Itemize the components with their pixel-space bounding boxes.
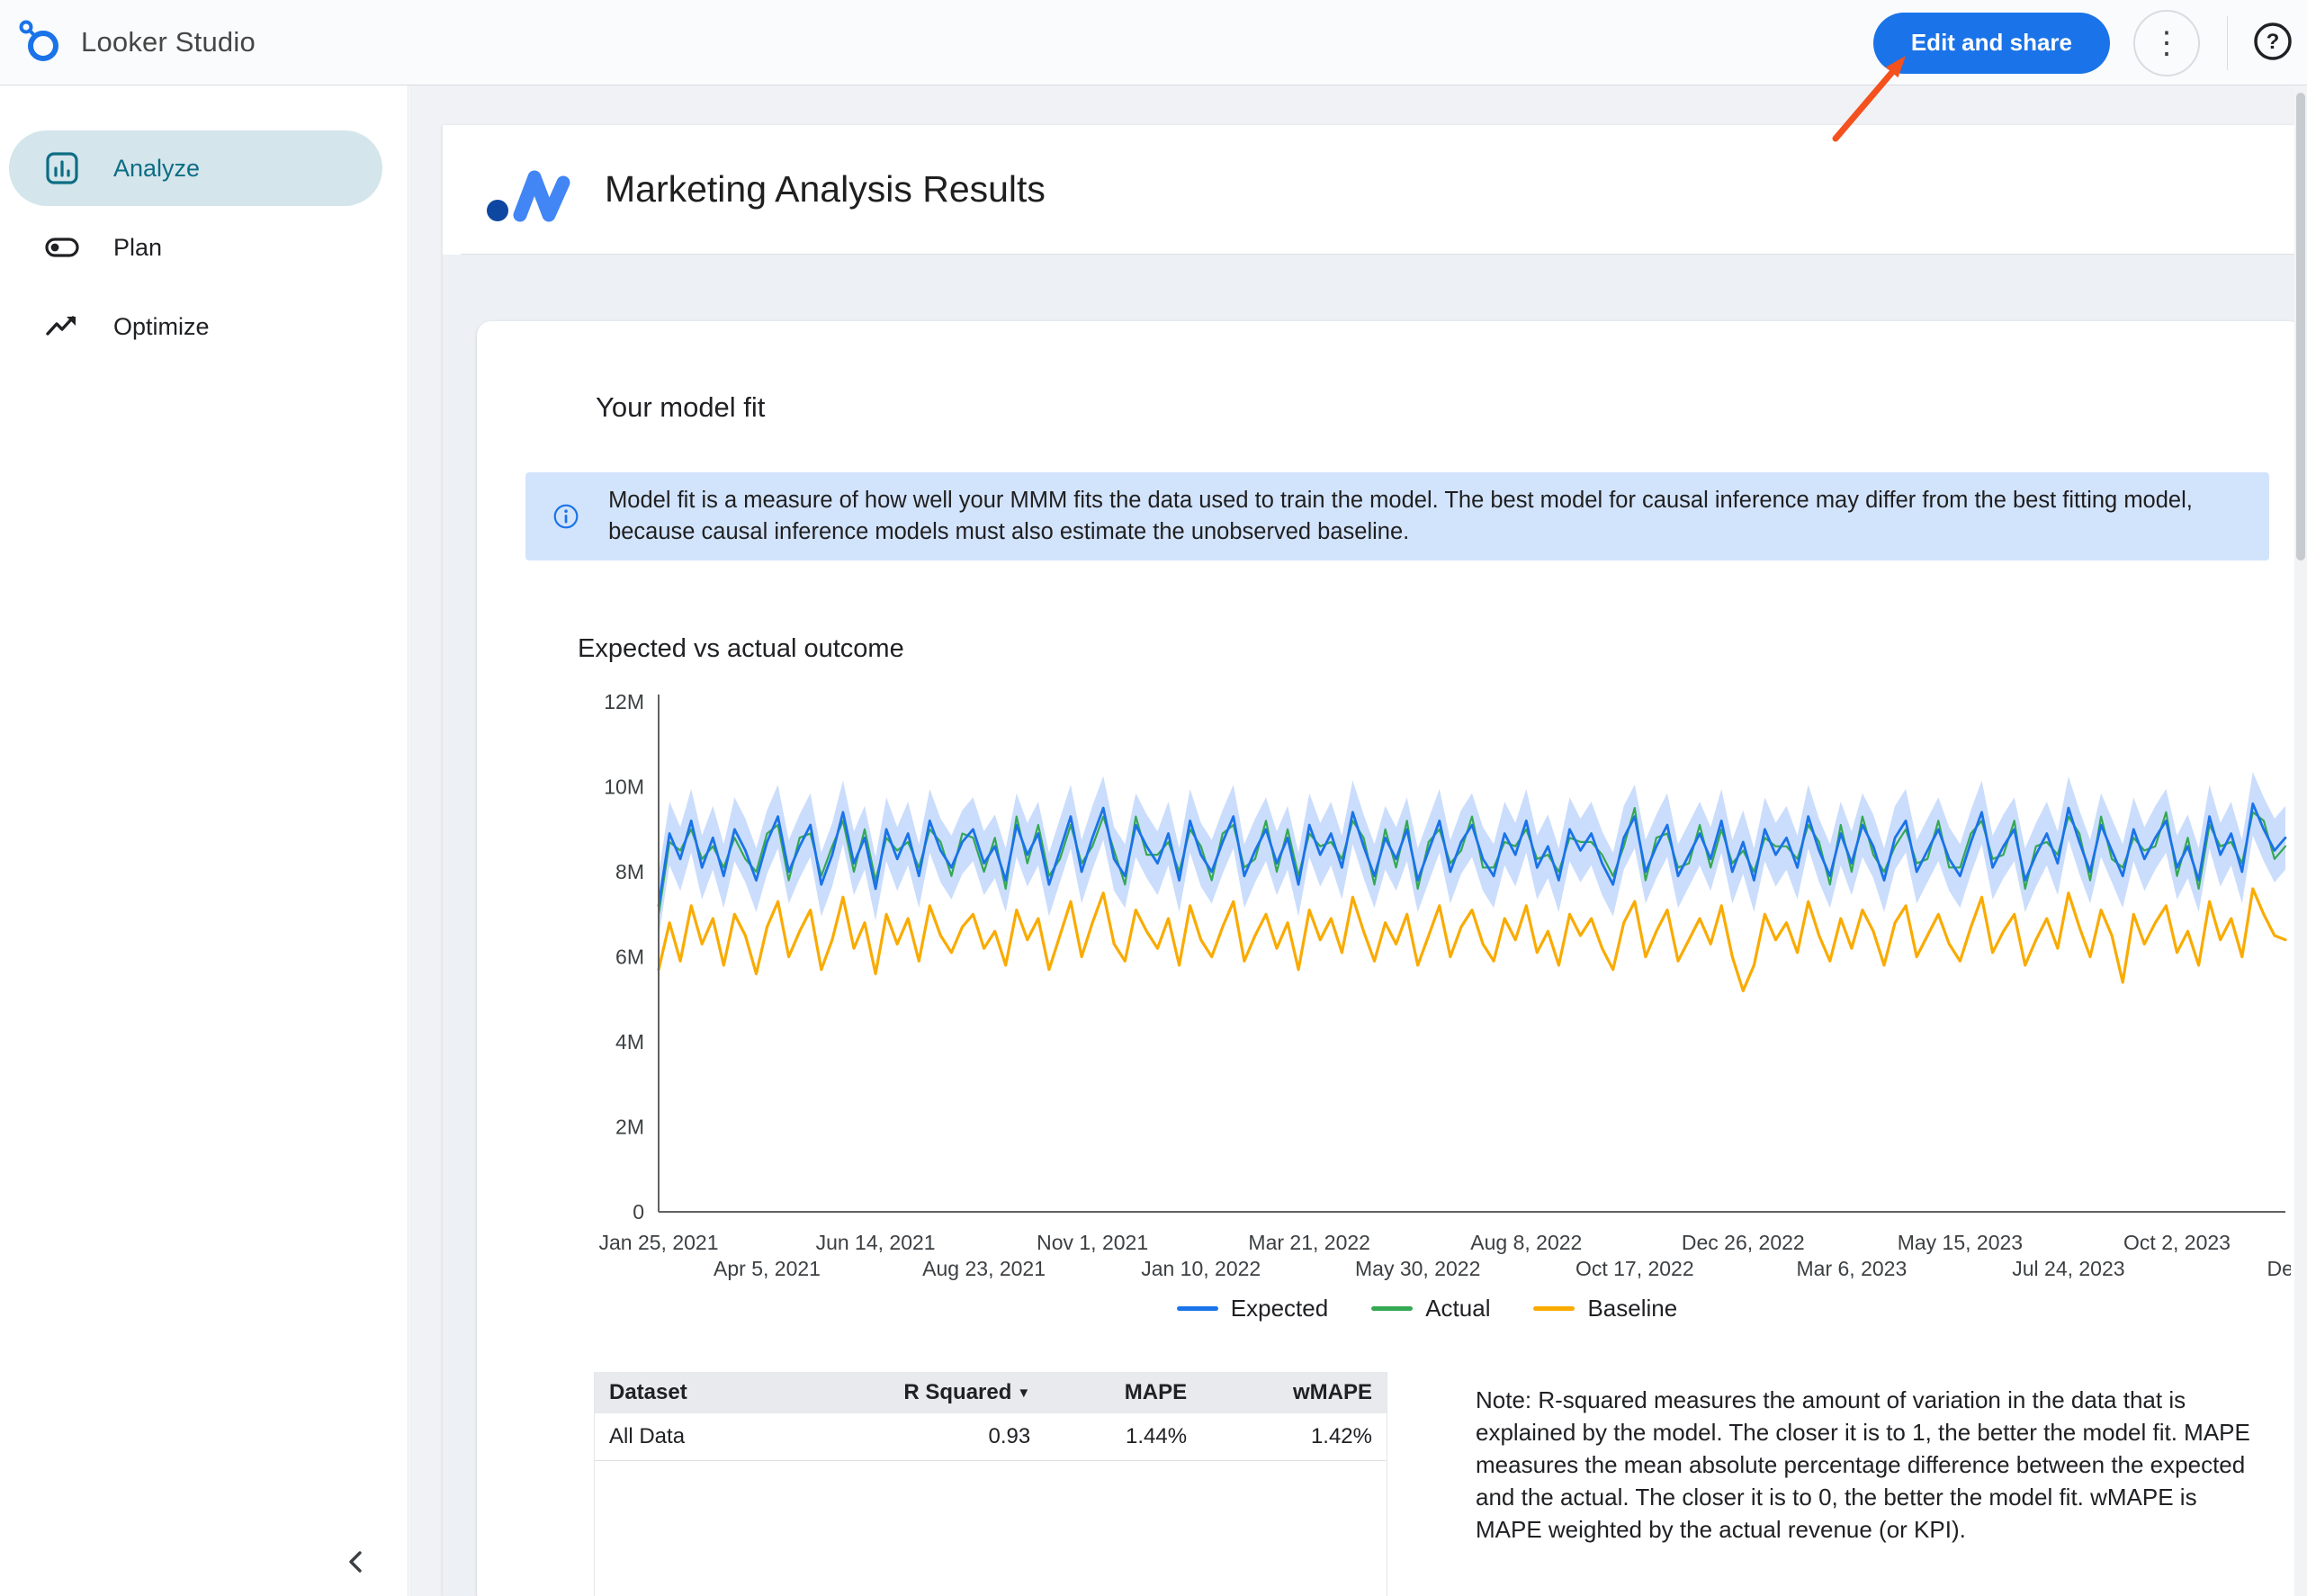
sidebar-item-analyze[interactable]: Analyze [9, 130, 382, 206]
svg-text:May 15, 2023: May 15, 2023 [1898, 1231, 2023, 1254]
svg-text:Jan 10, 2022: Jan 10, 2022 [1141, 1257, 1261, 1280]
svg-text:10M: 10M [604, 776, 644, 799]
chart-legend: Expected Actual Baseline [563, 1295, 2291, 1323]
svg-text:Aug 23, 2021: Aug 23, 2021 [922, 1257, 1046, 1280]
topbar-actions: Edit and share ⋮ ? [1873, 0, 2307, 85]
column-header-wmape[interactable]: wMAPE [1201, 1372, 1387, 1413]
svg-text:Dec: Dec [2267, 1257, 2291, 1280]
brand: Looker Studio [0, 17, 256, 68]
help-icon: ? [2251, 20, 2294, 63]
expected-vs-actual-chart: 0 2M 4M 6M 8M 10M 12M Jan 25, 2021 Apr 5, 2021 Ju… [563, 679, 2291, 1291]
card-title: Your model fit [596, 391, 765, 424]
optimize-trending-up-icon [43, 308, 81, 345]
sidebar-item-label: Analyze [113, 155, 200, 183]
analyze-chart-icon [43, 149, 81, 187]
looker-logo-icon [16, 17, 63, 68]
model-fit-info-banner: Model fit is a measure of how well your … [525, 472, 2269, 560]
info-banner-text: Model fit is a measure of how well your … [608, 485, 2242, 548]
column-header-dataset[interactable]: Dataset [595, 1372, 778, 1413]
legend-swatch-icon [1533, 1306, 1575, 1311]
svg-text:Apr 5, 2021: Apr 5, 2021 [714, 1257, 821, 1280]
legend-label: Baseline [1587, 1295, 1677, 1323]
sidebar-collapse-button[interactable] [335, 1540, 378, 1583]
more-options-button[interactable]: ⋮ [2133, 10, 2200, 76]
report-header: Marketing Analysis Results [443, 125, 2294, 254]
sort-descending-icon: ▼ [1017, 1385, 1030, 1401]
legend-item-baseline: Baseline [1533, 1295, 1677, 1323]
cell-dataset: All Data [595, 1413, 778, 1460]
svg-text:Oct 2, 2023: Oct 2, 2023 [2123, 1231, 2231, 1254]
chart-title: Expected vs actual outcome [578, 634, 904, 664]
legend-label: Actual [1425, 1295, 1490, 1323]
sidebar: Analyze Plan Optimize [0, 85, 408, 1596]
cell-mape: 1.44% [1045, 1413, 1201, 1460]
help-button[interactable]: ? [2249, 20, 2296, 67]
meridian-logo-icon [484, 157, 585, 230]
scrollbar-thumb[interactable] [2296, 93, 2305, 560]
chevron-left-icon [343, 1548, 370, 1575]
svg-text:12M: 12M [604, 690, 644, 713]
info-icon [552, 497, 579, 536]
svg-text:Nov 1, 2021: Nov 1, 2021 [1037, 1231, 1148, 1254]
svg-text:0: 0 [633, 1200, 644, 1224]
model-fit-card: Your model fit Model fit is a measure of… [477, 321, 2294, 1596]
svg-text:Dec 26, 2022: Dec 26, 2022 [1682, 1231, 1805, 1254]
main-area: Marketing Analysis Results Your model fi… [409, 85, 2307, 1596]
svg-text:Jun 14, 2021: Jun 14, 2021 [816, 1231, 936, 1254]
svg-text:6M: 6M [615, 946, 644, 969]
app-title: Looker Studio [81, 26, 256, 58]
svg-text:Mar 21, 2022: Mar 21, 2022 [1248, 1231, 1370, 1254]
svg-text:Jan 25, 2021: Jan 25, 2021 [598, 1231, 718, 1254]
svg-text:?: ? [2267, 30, 2280, 54]
svg-text:May 30, 2022: May 30, 2022 [1355, 1257, 1480, 1280]
svg-text:Oct 17, 2022: Oct 17, 2022 [1575, 1257, 1694, 1280]
svg-text:8M: 8M [615, 860, 644, 883]
topbar: Looker Studio Edit and share ⋮ ? [0, 0, 2307, 85]
svg-text:2M: 2M [615, 1116, 644, 1139]
edit-and-share-button[interactable]: Edit and share [1873, 13, 2110, 74]
svg-text:Mar 6, 2023: Mar 6, 2023 [1797, 1257, 1908, 1280]
topbar-divider [2227, 16, 2228, 70]
report-body: Your model fit Model fit is a measure of… [443, 255, 2294, 1596]
model-fit-table: Dataset R Squared▼ MAPE wMAPE [594, 1372, 1387, 1596]
cell-rsquared: 0.93 [778, 1413, 1046, 1460]
sidebar-item-plan[interactable]: Plan [9, 210, 382, 285]
table-header-row: Dataset R Squared▼ MAPE wMAPE [595, 1372, 1387, 1413]
legend-swatch-icon [1371, 1306, 1413, 1311]
kebab-icon: ⋮ [2151, 28, 2182, 58]
model-fit-note: Note: R-squared measures the amount of v… [1476, 1385, 2267, 1546]
svg-text:4M: 4M [615, 1030, 644, 1054]
column-header-mape[interactable]: MAPE [1045, 1372, 1201, 1413]
model-fit-chart: 0 2M 4M 6M 8M 10M 12M Jan 25, 2021 Apr 5, 2021 Ju… [563, 679, 2291, 1365]
sidebar-item-optimize[interactable]: Optimize [9, 289, 382, 364]
svg-text:Aug 8, 2022: Aug 8, 2022 [1470, 1231, 1582, 1254]
legend-label: Expected [1231, 1295, 1328, 1323]
column-header-rsquared[interactable]: R Squared▼ [778, 1372, 1046, 1413]
plan-toggle-icon [43, 229, 81, 266]
legend-item-actual: Actual [1371, 1295, 1490, 1323]
sidebar-item-label: Optimize [113, 313, 210, 341]
cell-wmape: 1.42% [1201, 1413, 1387, 1460]
vertical-scrollbar [2294, 85, 2307, 1596]
report-page: Marketing Analysis Results Your model fi… [443, 125, 2294, 1596]
sidebar-item-label: Plan [113, 234, 162, 262]
legend-swatch-icon [1177, 1306, 1218, 1311]
looker-studio-app: Looker Studio Edit and share ⋮ ? [0, 0, 2307, 1596]
legend-item-expected: Expected [1177, 1295, 1328, 1323]
svg-text:Jul 24, 2023: Jul 24, 2023 [2012, 1257, 2124, 1280]
table-row: All Data 0.93 1.44% 1.42% [595, 1413, 1387, 1460]
page-title: Marketing Analysis Results [605, 168, 1046, 211]
